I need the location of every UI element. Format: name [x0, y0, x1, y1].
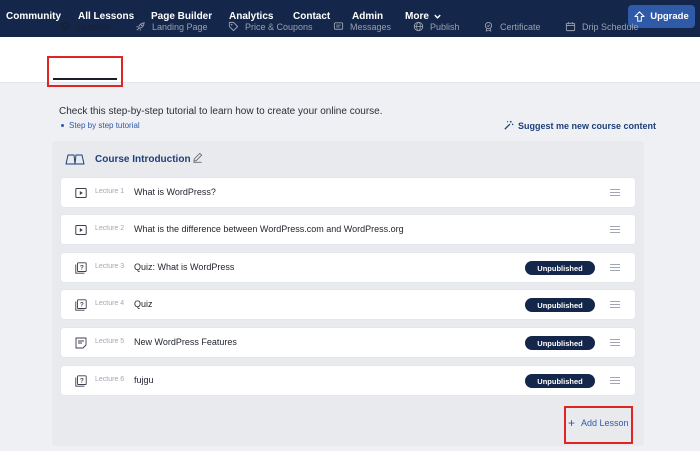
lecture-title: What is the difference between WordPress… — [134, 224, 404, 234]
lecture-row[interactable]: Lecture 2 What is the difference between… — [60, 214, 636, 245]
section-title: Course Introduction — [95, 154, 191, 165]
certificate-icon — [484, 22, 493, 32]
lessons-tab-highlight-box — [47, 56, 123, 87]
upgrade-label: Upgrade — [650, 11, 689, 22]
svg-text:?: ? — [80, 265, 84, 272]
drag-handle-icon[interactable] — [610, 188, 620, 197]
globe-icon — [413, 21, 424, 32]
lecture-number: Lecture 2 — [95, 225, 125, 232]
drag-handle-icon[interactable] — [610, 338, 620, 347]
bullet-icon — [61, 124, 64, 127]
tab-lessons[interactable]: Lessons — [60, 21, 111, 32]
text-lecture-icon — [75, 337, 87, 349]
lecture-number: Lecture 1 — [95, 188, 125, 195]
tutorial-link[interactable]: Step by step tutorial — [61, 121, 140, 130]
tab-messages[interactable]: Messages — [333, 21, 391, 32]
status-badge[interactable]: Unpublished — [525, 336, 595, 350]
svg-text:?: ? — [80, 378, 84, 385]
tab-certificate[interactable]: Certificate — [483, 21, 541, 32]
svg-text:?: ? — [80, 302, 84, 309]
lecture-number: Lecture 3 — [95, 263, 125, 270]
lecture-number: Lecture 6 — [95, 376, 125, 383]
calendar-icon — [565, 22, 576, 32]
lecture-row[interactable]: ? Lecture 4 Quiz Unpublished — [60, 289, 636, 320]
tutorial-text: Check this step-by-step tutorial to lear… — [59, 106, 383, 117]
message-icon — [333, 22, 344, 30]
tab-label: Messages — [350, 21, 392, 32]
tab-label: Landing Page — [152, 21, 208, 32]
tab-label: Price & Coupons — [245, 21, 313, 32]
tutorial-link-label: Step by step tutorial — [69, 121, 140, 130]
drag-handle-icon[interactable] — [610, 300, 620, 309]
graduation-cap-icon — [60, 22, 71, 30]
lecture-title: Quiz — [134, 299, 153, 309]
nav-community[interactable]: Community — [6, 11, 61, 22]
status-badge[interactable]: Unpublished — [525, 261, 595, 275]
lecture-row[interactable]: Lecture 1 What is WordPress? — [60, 177, 636, 208]
rocket-icon — [136, 22, 145, 31]
drag-handle-icon[interactable] — [610, 225, 620, 234]
pencil-icon[interactable] — [192, 152, 203, 163]
lecture-title: fujgu — [134, 375, 154, 385]
lecture-row[interactable]: ? Lecture 3 Quiz: What is WordPress Unpu… — [60, 252, 636, 283]
add-lesson-highlight-box — [564, 406, 633, 444]
suggest-content-button[interactable]: Suggest me new course content — [503, 120, 656, 131]
quiz-icon: ? — [75, 299, 87, 311]
tab-label: Drip Schedule — [582, 21, 639, 32]
tab-publish[interactable]: Publish — [413, 21, 460, 32]
chevron-down-icon — [434, 14, 441, 19]
open-book-icon — [65, 154, 85, 165]
lecture-title: Quiz: What is WordPress — [134, 262, 235, 272]
tab-price-coupons[interactable]: Price & Coupons — [228, 21, 313, 32]
drag-handle-icon[interactable] — [610, 376, 620, 385]
tab-landing-page[interactable]: Landing Page — [135, 21, 208, 32]
tab-drip-schedule[interactable]: Drip Schedule — [565, 21, 639, 32]
tab-label: Certificate — [500, 21, 541, 32]
quiz-icon: ? — [75, 262, 87, 274]
lecture-title: What is WordPress? — [134, 187, 216, 197]
lecture-number: Lecture 5 — [95, 338, 125, 345]
lecture-row[interactable]: Lecture 5 New WordPress Features Unpubli… — [60, 327, 636, 358]
lecture-title: New WordPress Features — [134, 337, 237, 347]
magic-wand-icon — [504, 120, 514, 130]
suggest-label: Suggest me new course content — [518, 120, 657, 131]
video-icon — [75, 225, 87, 235]
tab-label: Publish — [430, 21, 460, 32]
lecture-number: Lecture 4 — [95, 300, 125, 307]
tag-icon — [228, 21, 239, 32]
status-badge[interactable]: Unpublished — [525, 298, 595, 312]
drag-handle-icon[interactable] — [610, 263, 620, 272]
tab-label: Lessons — [77, 21, 111, 32]
quiz-icon: ? — [75, 375, 87, 387]
status-badge[interactable]: Unpublished — [525, 374, 595, 388]
video-icon — [75, 188, 87, 198]
lecture-row[interactable]: ? Lecture 6 fujgu Unpublished — [60, 365, 636, 396]
